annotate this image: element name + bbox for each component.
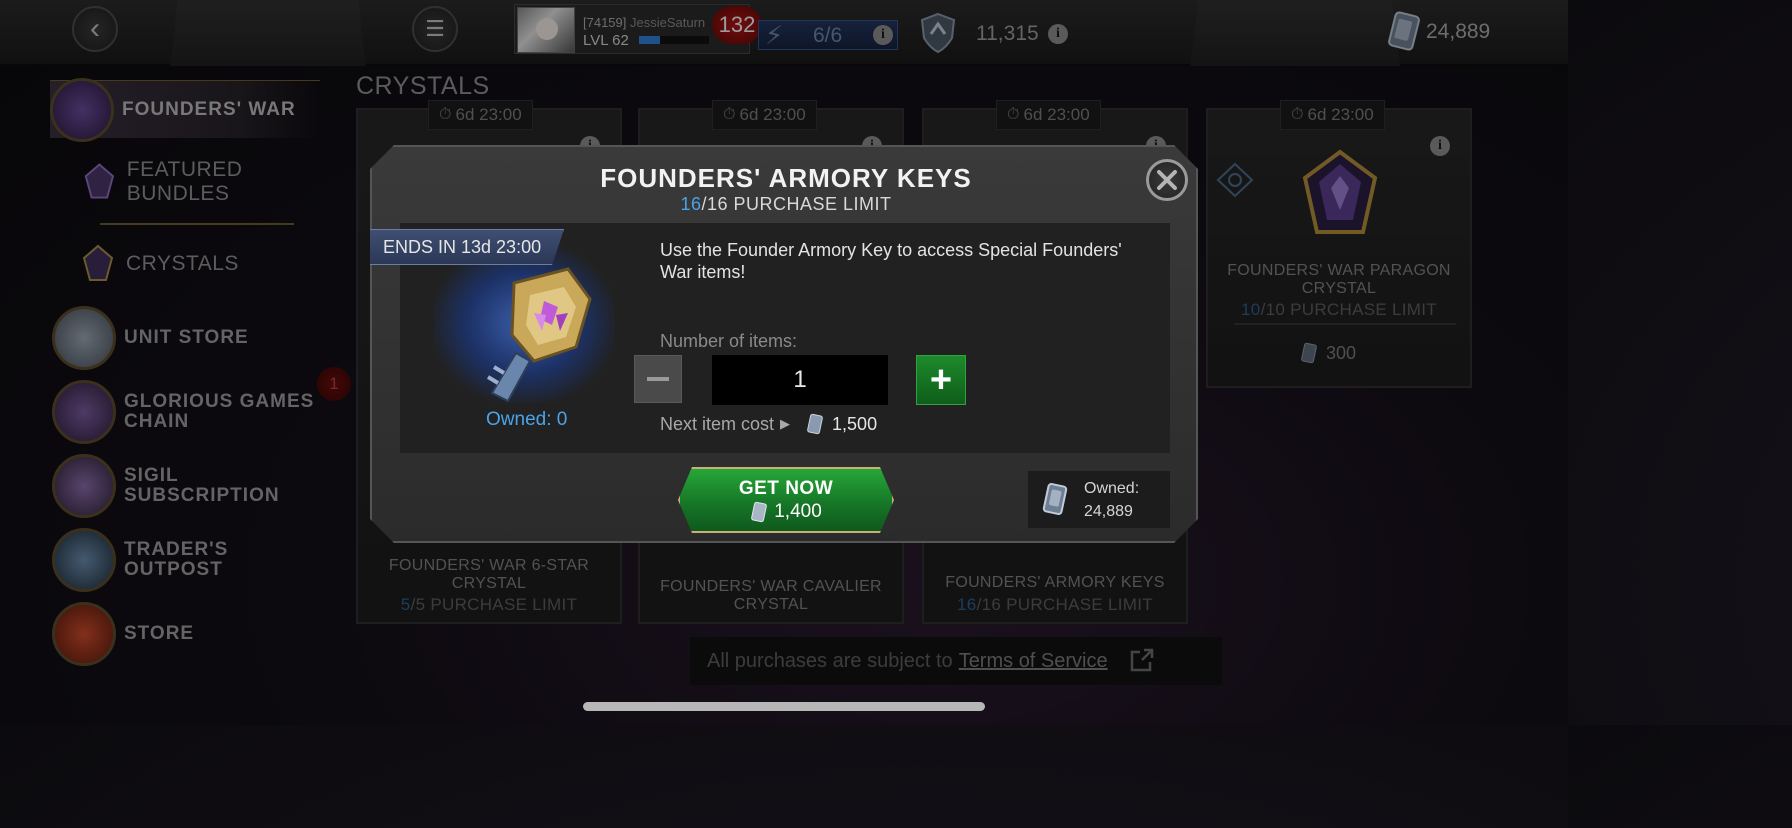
units-currency-icon <box>1042 482 1068 515</box>
owned-units-text: Owned: 24,889 <box>1084 477 1139 523</box>
get-now-button[interactable]: GET NOW 1,400 <box>678 467 894 533</box>
armory-key-icon <box>486 267 592 403</box>
home-indicator[interactable] <box>583 702 985 711</box>
next-item-cost: Next item cost ▶ 1,500 <box>660 413 877 435</box>
get-now-price-value: 1,400 <box>774 500 822 522</box>
item-description: Use the Founder Armory Key to access Spe… <box>660 240 1122 282</box>
play-arrow-icon: ▶ <box>780 416 791 431</box>
next-cost-label: Next item cost <box>660 413 775 434</box>
purchase-modal: FOUNDERS' ARMORY KEYS 16/16 PURCHASE LIM… <box>370 145 1198 543</box>
plus-icon: + <box>929 359 953 401</box>
get-now-label: GET NOW <box>738 477 834 499</box>
limit-current: 16 <box>680 194 702 214</box>
minus-icon <box>647 377 669 381</box>
owned-count: Owned: 0 <box>486 409 568 430</box>
modal-title: FOUNDERS' ARMORY KEYS <box>600 163 972 193</box>
item-panel: ENDS IN 13d 23:00 Owned: 0 Use the Found… <box>400 223 1170 453</box>
decrease-quantity-button[interactable] <box>634 355 682 403</box>
owned-units-value: 24,889 <box>1084 502 1133 520</box>
increase-quantity-button[interactable]: + <box>916 355 966 405</box>
quantity-field[interactable] <box>712 355 888 405</box>
modal-purchase-limit: 16/16 PURCHASE LIMIT <box>372 194 1198 215</box>
units-currency-icon <box>807 413 823 435</box>
number-of-items-label: Number of items: <box>660 331 798 351</box>
owned-units-label: Owned: <box>1084 479 1140 497</box>
close-icon <box>1157 170 1177 190</box>
close-button[interactable] <box>1146 159 1188 201</box>
get-now-price: 1,400 <box>750 501 822 523</box>
limit-rest: /16 PURCHASE LIMIT <box>701 194 892 214</box>
next-cost-value: 1,500 <box>832 413 878 434</box>
ends-in-banner: ENDS IN 13d 23:00 <box>368 229 564 265</box>
item-image <box>434 243 614 403</box>
units-currency-icon <box>751 501 768 522</box>
owned-units-box: Owned: 24,889 <box>1028 471 1170 528</box>
